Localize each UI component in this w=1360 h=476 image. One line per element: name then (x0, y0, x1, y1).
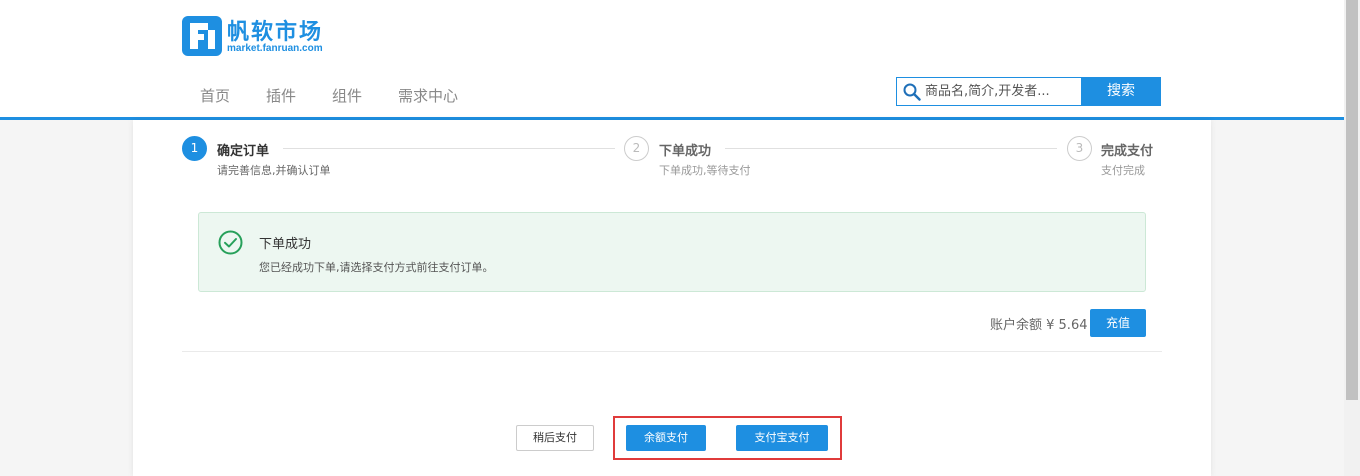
recharge-button[interactable]: 充值 (1090, 309, 1146, 337)
scrollbar-thumb[interactable] (1346, 0, 1358, 400)
step-3-circle: 3 (1067, 136, 1092, 161)
step-3-title: 完成支付 (1101, 144, 1154, 159)
search-button[interactable]: 搜索 (1081, 77, 1161, 106)
order-card: 1 确定订单 请完善信息,并确认订单 2 下单成功 下单成功,等待支付 3 完成… (133, 120, 1211, 476)
main-nav: 首页 插件 组件 需求中心 (182, 85, 476, 106)
step-connector-1 (283, 148, 615, 149)
pay-later-button[interactable]: 稍后支付 (516, 425, 594, 451)
nav-item-plugins[interactable]: 插件 (248, 85, 314, 106)
logo-subtitle: market.fanruan.com (227, 43, 323, 54)
site-header: 帆软市场 market.fanruan.com 首页 插件 组件 需求中心 搜索 (0, 0, 1344, 117)
alipay-button[interactable]: 支付宝支付 (736, 425, 828, 451)
logo-title: 帆软市场 (227, 20, 324, 45)
step-2-title: 下单成功 (659, 144, 712, 159)
check-circle-icon (218, 230, 243, 255)
step-connector-2 (725, 148, 1057, 149)
nav-item-home[interactable]: 首页 (182, 85, 248, 106)
step-1-title: 确定订单 (217, 144, 270, 159)
alert-description: 您已经成功下单,请选择支付方式前往支付订单。 (259, 261, 494, 274)
step-2-circle: 2 (624, 136, 649, 161)
balance-pay-button[interactable]: 余额支付 (626, 425, 706, 451)
nav-item-components[interactable]: 组件 (314, 85, 380, 106)
search-box (896, 77, 1082, 106)
account-balance: 账户余额 ¥ 5.64 (990, 318, 1088, 333)
search-icon (903, 83, 921, 101)
order-success-alert: 下单成功 您已经成功下单,请选择支付方式前往支付订单。 (198, 212, 1146, 292)
step-1-desc: 请完善信息,并确认订单 (217, 164, 331, 177)
fanruan-logo-icon[interactable] (182, 16, 222, 56)
nav-item-demand-center[interactable]: 需求中心 (380, 85, 476, 106)
step-1-circle: 1 (182, 136, 207, 161)
alert-title: 下单成功 (259, 237, 312, 252)
step-2-desc: 下单成功,等待支付 (659, 164, 751, 177)
search-input[interactable] (925, 78, 1077, 105)
section-divider (182, 351, 1162, 352)
page-scrollbar[interactable] (1344, 0, 1360, 476)
step-3-desc: 支付完成 (1101, 164, 1145, 177)
